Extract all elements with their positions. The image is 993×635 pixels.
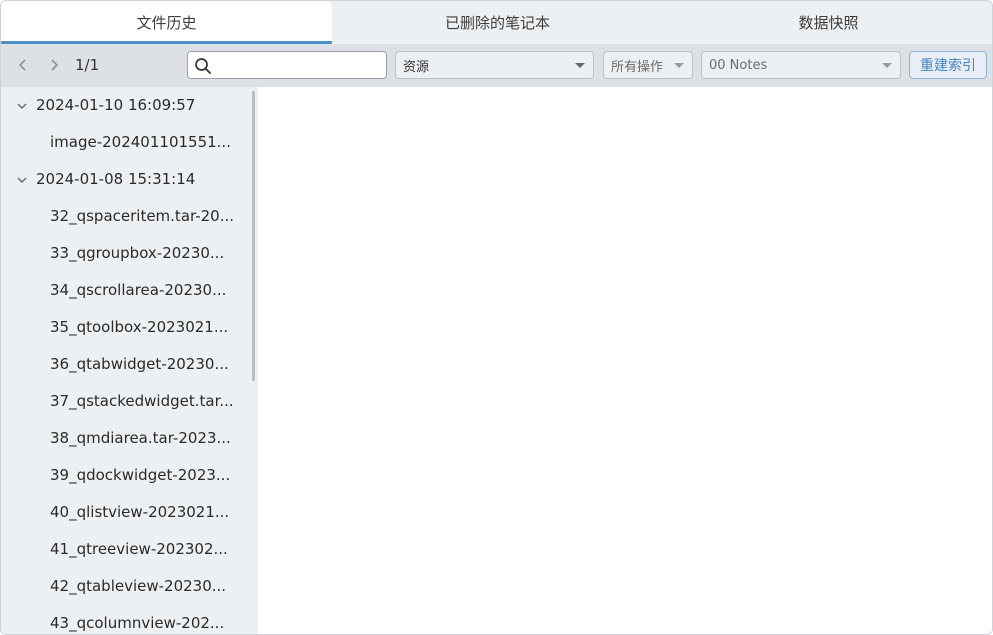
sidebar-scrollbar[interactable] xyxy=(252,91,255,381)
chevron-down-icon xyxy=(17,103,27,109)
history-file-item[interactable]: 38_qmdiarea.tar-2023... xyxy=(50,424,245,452)
tab-deleted-notebooks[interactable]: 已删除的笔记本 xyxy=(332,1,663,43)
history-group-date: 2024-01-10 16:09:57 xyxy=(36,96,196,114)
operation-select-value: 所有操作 xyxy=(611,59,664,75)
search-icon xyxy=(195,58,211,74)
history-file-item[interactable]: 34_qscrollarea-20230... xyxy=(50,276,245,304)
prev-page-button[interactable] xyxy=(12,54,34,76)
operation-select[interactable]: 所有操作 xyxy=(603,51,693,79)
tab-bar: 文件历史 已删除的笔记本 数据快照 xyxy=(1,1,992,44)
chevron-right-icon xyxy=(51,59,59,71)
chevron-down-icon xyxy=(575,63,585,68)
chevron-down-icon xyxy=(882,63,892,68)
page-indicator: 1/1 xyxy=(75,56,100,74)
history-file-item[interactable]: 35_qtoolbox-2023021... xyxy=(50,313,245,341)
history-file-item[interactable]: 42_qtableview-20230... xyxy=(50,572,245,600)
chevron-left-icon xyxy=(18,59,26,71)
tab-data-snapshots[interactable]: 数据快照 xyxy=(663,1,992,43)
chevron-down-icon xyxy=(17,177,27,183)
history-file-item[interactable]: 33_qgroupbox-20230... xyxy=(50,239,245,267)
rebuild-index-button[interactable]: 重建索引 xyxy=(909,51,987,79)
history-file-item[interactable]: 40_qlistview-2023021... xyxy=(50,498,245,526)
history-list[interactable]: 2024-01-10 16:09:57 image-202401101551..… xyxy=(1,87,258,634)
history-group-header[interactable]: 2024-01-10 16:09:57 xyxy=(1,91,251,119)
search-input[interactable] xyxy=(218,55,382,75)
history-file-item[interactable]: image-202401101551... xyxy=(50,128,245,156)
history-file-item[interactable]: 37_qstackedwidget.tar... xyxy=(50,387,245,415)
history-window: 文件历史 已删除的笔记本 数据快照 1/1 资源 所有操作 00 Notes 重… xyxy=(0,0,993,635)
toolbar: 1/1 资源 所有操作 00 Notes 重建索引 xyxy=(1,44,992,87)
history-file-item[interactable]: 43_qcolumnview-202... xyxy=(50,609,245,634)
type-select[interactable]: 资源 xyxy=(395,51,594,79)
history-file-item[interactable]: 32_qspaceritem.tar-20... xyxy=(50,202,245,230)
history-file-item[interactable]: 41_qtreeview-202302... xyxy=(50,535,245,563)
history-group-date: 2024-01-08 15:31:14 xyxy=(36,170,196,188)
preview-pane xyxy=(258,87,992,634)
next-page-button[interactable] xyxy=(43,54,65,76)
search-box[interactable] xyxy=(187,51,387,79)
history-group-header[interactable]: 2024-01-08 15:31:14 xyxy=(1,165,251,193)
notebook-select-value: 00 Notes xyxy=(709,57,768,73)
chevron-down-icon xyxy=(674,63,684,68)
history-file-item[interactable]: 36_qtabwidget-20230... xyxy=(50,350,245,378)
notebook-select[interactable]: 00 Notes xyxy=(701,51,901,79)
type-select-value: 资源 xyxy=(403,59,430,75)
history-file-item[interactable]: 39_qdockwidget-2023... xyxy=(50,461,245,489)
tab-file-history[interactable]: 文件历史 xyxy=(1,1,332,44)
